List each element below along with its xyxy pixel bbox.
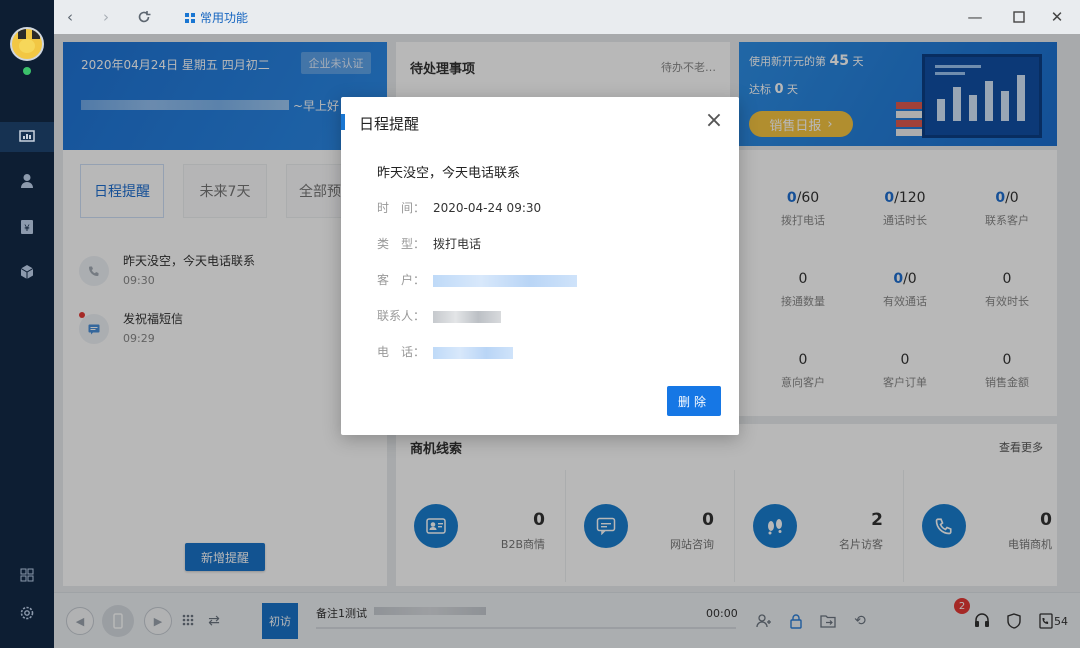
apps-grid-icon[interactable] xyxy=(17,565,37,585)
blurred-contact-name xyxy=(433,310,501,323)
close-window-icon[interactable]: ✕ xyxy=(1046,6,1068,28)
minimize-icon[interactable]: — xyxy=(964,6,986,28)
favorites-menu[interactable]: 常用功能 xyxy=(185,9,248,26)
forward-icon[interactable]: › xyxy=(96,7,116,27)
top-bar: ‹ › 常用功能 — ✕ xyxy=(54,0,1080,34)
reminder-time-row: 时 间： 2020-04-24 09:30 xyxy=(377,201,542,215)
svg-text:¥: ¥ xyxy=(24,224,30,234)
left-rail: ¥ xyxy=(0,0,54,648)
reminder-contact-row: 联系人： xyxy=(377,307,501,324)
customer-icon[interactable] xyxy=(17,171,37,191)
grid-icon xyxy=(185,12,195,23)
reminder-time-value: 2020-04-24 09:30 xyxy=(433,201,542,215)
reminder-type-row: 类 型： 拨打电话 xyxy=(377,237,482,251)
dashboard-icon[interactable] xyxy=(17,127,37,147)
blurred-phone-number xyxy=(433,346,513,359)
reminder-type-value: 拨打电话 xyxy=(433,237,482,251)
online-status-dot xyxy=(23,67,31,75)
dialog-title: 日程提醒 xyxy=(359,115,420,133)
settings-gear-icon[interactable] xyxy=(17,603,37,623)
reminder-customer-row: 客 户： xyxy=(377,271,577,288)
delete-button[interactable]: 删除 xyxy=(667,386,721,416)
close-icon[interactable]: × xyxy=(703,110,725,133)
refresh-icon[interactable] xyxy=(134,7,154,27)
reminder-phone-row: 电 话： xyxy=(377,343,513,360)
favorites-label: 常用功能 xyxy=(200,11,249,25)
blurred-customer-name xyxy=(433,274,577,287)
reminder-subject: 昨天没空，今天电话联系 xyxy=(377,166,521,181)
maximize-icon[interactable] xyxy=(1008,6,1030,28)
title-accent-bar xyxy=(341,114,345,130)
finance-icon[interactable]: ¥ xyxy=(17,217,37,237)
avatar[interactable] xyxy=(10,27,44,61)
product-box-icon[interactable] xyxy=(17,262,37,282)
schedule-reminder-dialog: 日程提醒 × 昨天没空，今天电话联系 时 间： 2020-04-24 09:30 … xyxy=(341,97,739,435)
back-icon[interactable]: ‹ xyxy=(60,7,80,27)
